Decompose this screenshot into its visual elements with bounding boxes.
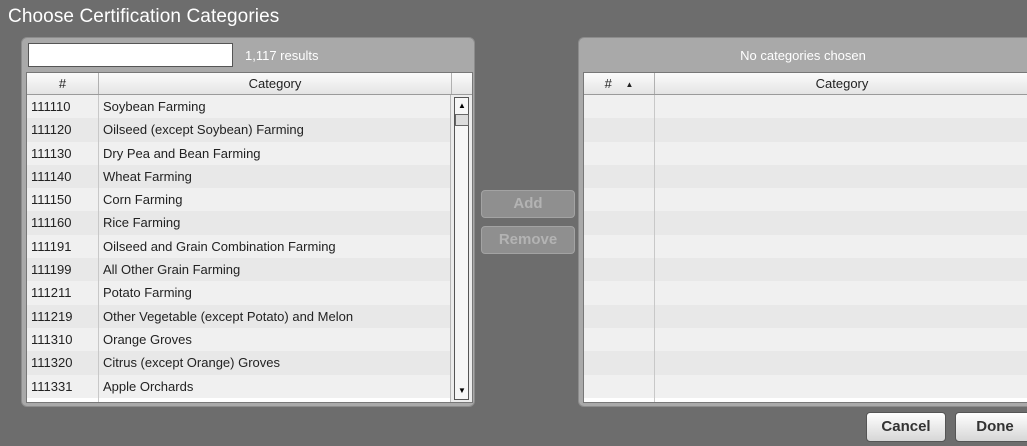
- table-row[interactable]: 111211 Potato Farming: [27, 281, 472, 305]
- row-number: 111140: [31, 168, 72, 184]
- done-button[interactable]: Done: [955, 412, 1027, 442]
- table-row[interactable]: 111219 Other Vegetable (except Potato) an…: [27, 304, 472, 328]
- table-body: 111110 Soybean Farming 111120 Oilseed (exce…: [27, 95, 472, 402]
- empty-row: [584, 141, 1027, 165]
- empty-row: [584, 188, 1027, 212]
- empty-row: [584, 351, 1027, 375]
- row-category: Other Vegetable (except Potato) and Melo…: [103, 308, 354, 324]
- row-number: 111219: [31, 308, 73, 324]
- table-row[interactable]: 111320 Citrus (except Orange) Groves: [27, 351, 472, 375]
- table-row[interactable]: 111110 Soybean Farming: [27, 95, 472, 119]
- chosen-status: No categories chosen: [740, 48, 866, 63]
- empty-row: [584, 281, 1027, 305]
- remove-button[interactable]: Remove: [481, 226, 575, 254]
- row-category: Rice Farming: [103, 215, 181, 231]
- row-category: Potato Farming: [103, 285, 192, 301]
- table-row[interactable]: 111130 Dry Pea and Bean Farming: [27, 141, 472, 165]
- empty-row: [584, 374, 1027, 398]
- empty-row: [584, 327, 1027, 352]
- search-input[interactable]: [28, 43, 233, 67]
- row-category: Oilseed (except Soybean) Farming: [103, 122, 304, 138]
- row-category: Orange Groves: [103, 331, 192, 347]
- row-category: Wheat Farming: [103, 168, 192, 184]
- table-row[interactable]: 111150 Corn Farming: [27, 188, 472, 212]
- row-number: 111150: [31, 192, 72, 208]
- empty-row: [584, 258, 1027, 282]
- column-header-category[interactable]: Category: [655, 73, 1027, 94]
- scroll-up-icon[interactable]: ▲: [454, 99, 470, 113]
- table-header: # Category: [27, 73, 472, 95]
- column-header-number-label: #: [604, 76, 612, 91]
- empty-row: [584, 95, 1027, 119]
- available-categories-panel: 1,117 results # Category 111110 Soybean F…: [21, 37, 475, 407]
- row-number: 111110: [31, 99, 71, 114]
- table-row[interactable]: 111140 Wheat Farming: [27, 164, 472, 189]
- column-header-category[interactable]: Category: [99, 73, 452, 94]
- column-header-number[interactable]: #: [27, 73, 99, 94]
- chosen-categories-table: # ▲ Category: [583, 72, 1027, 403]
- table-body: [584, 95, 1027, 402]
- row-number: 111120: [31, 122, 72, 138]
- table-row[interactable]: 111199 All Other Grain Farming: [27, 258, 472, 282]
- results-count: 1,117 results: [245, 48, 319, 63]
- row-number: 111130: [31, 145, 72, 161]
- cancel-button[interactable]: Cancel: [866, 412, 946, 442]
- chosen-categories-panel: No categories chosen # ▲ Category: [578, 37, 1027, 407]
- scrollbar-track[interactable]: [454, 97, 469, 400]
- scroll-down-icon[interactable]: ▼: [454, 384, 470, 398]
- table-header: # ▲ Category: [584, 73, 1027, 95]
- row-number: 111331: [31, 378, 73, 394]
- dialog-title: Choose Certification Categories: [8, 6, 280, 27]
- row-category: Oilseed and Grain Combination Farming: [103, 238, 336, 254]
- empty-row: [584, 304, 1027, 328]
- row-category: Soybean Farming: [103, 99, 206, 114]
- empty-row: [584, 118, 1027, 142]
- row-number: 111211: [31, 285, 72, 301]
- add-button[interactable]: Add: [481, 190, 575, 218]
- table-row[interactable]: 111310 Orange Groves: [27, 327, 472, 352]
- table-row[interactable]: 111331 Apple Orchards: [27, 374, 472, 398]
- table-row[interactable]: 111120 Oilseed (except Soybean) Farming: [27, 118, 472, 142]
- table-row[interactable]: 111160 Rice Farming: [27, 211, 472, 235]
- sort-ascending-icon: ▲: [625, 80, 634, 89]
- row-category: Dry Pea and Bean Farming: [103, 145, 261, 161]
- empty-row: [584, 211, 1027, 235]
- row-number: 111191: [31, 238, 72, 254]
- row-category: All Other Grain Farming: [103, 262, 241, 278]
- column-header-number[interactable]: # ▲: [584, 73, 655, 94]
- vertical-scrollbar[interactable]: ▲ ▼: [450, 95, 472, 402]
- row-category: Citrus (except Orange) Groves: [103, 355, 281, 371]
- row-number: 111160: [31, 215, 72, 231]
- row-number: 111310: [31, 331, 73, 347]
- scrollbar-thumb[interactable]: [455, 114, 469, 126]
- table-row[interactable]: 111191 Oilseed and Grain Combination Farm…: [27, 234, 472, 259]
- available-categories-table: # Category 111110 Soybean Farming 111120 Oi…: [26, 72, 473, 403]
- empty-row: [584, 164, 1027, 189]
- empty-row: [584, 234, 1027, 259]
- row-number: 111320: [31, 355, 73, 371]
- row-category: Corn Farming: [103, 192, 183, 208]
- row-number: 111199: [31, 262, 72, 278]
- row-category: Apple Orchards: [103, 378, 194, 394]
